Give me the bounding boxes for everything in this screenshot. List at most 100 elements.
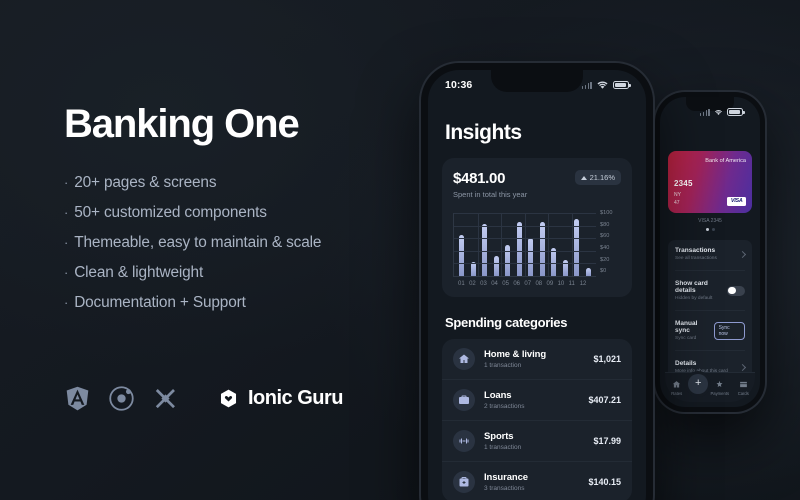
chart-bar bbox=[551, 248, 557, 276]
chart-x-axis: 01 02 03 04 05 06 07 08 09 10 11 12 bbox=[453, 281, 621, 287]
feature-bullet-label: Themeable, easy to maintain & scale bbox=[74, 233, 322, 251]
bullet-marker: · bbox=[64, 294, 69, 310]
card-option-row[interactable]: DetailsMore info about this card bbox=[675, 350, 747, 374]
summary-amount-block: $481.00 Spent in total this year bbox=[453, 170, 527, 199]
tab-label: Rates bbox=[671, 390, 683, 396]
foreground-phone-screen: 10:36 Insights $481.00 Spent in total th bbox=[428, 70, 646, 500]
card-caption: VISA 2345 bbox=[698, 218, 722, 224]
credit-card[interactable]: Bank of America 2345 NY 47 VISA bbox=[668, 151, 752, 213]
chart-gridline-v bbox=[524, 213, 526, 276]
list-item[interactable]: Loans 2 transactions $407.21 bbox=[442, 380, 632, 421]
wifi-icon bbox=[715, 109, 722, 115]
home-icon bbox=[453, 348, 475, 370]
tab-label: Cards bbox=[737, 390, 749, 396]
battery-icon bbox=[613, 81, 631, 89]
chart-bar bbox=[459, 235, 465, 276]
chart-y-axis: $100 $80 $60 $40 $20 $0 bbox=[596, 210, 621, 277]
status-badge: 21.16% bbox=[574, 170, 621, 185]
chart-y-tick: $0 bbox=[600, 268, 607, 275]
chart-x-tick: 01 bbox=[458, 281, 465, 287]
card-option-row[interactable]: Manual sync Sync card Sync now bbox=[675, 310, 745, 341]
category-text: Loans 2 transactions bbox=[484, 390, 588, 410]
list-item[interactable]: Home & living 1 transaction $1,021 bbox=[442, 339, 632, 380]
visa-logo: VISA bbox=[727, 196, 746, 206]
tab-cards[interactable]: Cards bbox=[732, 380, 755, 396]
chart-x-tick: 07 bbox=[524, 281, 532, 287]
chart-y-tick: $80 bbox=[600, 221, 610, 228]
tab-payments[interactable]: Payments bbox=[708, 380, 731, 396]
feature-bullet: · Documentation + Support bbox=[64, 294, 414, 310]
status-bar bbox=[660, 97, 760, 127]
chart-bar bbox=[505, 244, 511, 276]
chart-bar bbox=[539, 222, 545, 276]
card-option-row[interactable]: Show card details Hidden by default bbox=[675, 270, 745, 301]
ionic-guru-mark-icon bbox=[220, 389, 237, 408]
chart-gridline-v bbox=[477, 213, 479, 276]
spending-categories-list: Home & living 1 transaction $1,021 Loans 2 t… bbox=[442, 339, 632, 500]
card-option-title: Transactions bbox=[675, 247, 716, 254]
chart-bar bbox=[562, 259, 568, 276]
chart-y-tick: $60 bbox=[600, 233, 610, 240]
chart-x-tick: 09 bbox=[546, 281, 554, 287]
chart-gridline-v bbox=[548, 213, 550, 276]
chart-y-tick: $20 bbox=[600, 256, 610, 263]
status-time: 10:36 bbox=[445, 79, 473, 91]
brand-logo: Ionic Guru bbox=[218, 387, 344, 410]
card-option-text: Show card details Hidden by default bbox=[675, 280, 727, 301]
wifi-icon bbox=[597, 81, 608, 89]
card-option-title: Show card details bbox=[675, 280, 708, 294]
chart-bar bbox=[493, 255, 499, 276]
chart-bar bbox=[516, 221, 522, 276]
bullet-marker: · bbox=[64, 264, 69, 280]
feature-bullet: · Themeable, easy to maintain & scale bbox=[64, 233, 414, 251]
dumbbell-icon bbox=[453, 430, 475, 452]
chart-x-tick: 11 bbox=[568, 281, 575, 287]
toggle-switch[interactable] bbox=[727, 285, 745, 296]
feature-bullet-label: 50+ customized components bbox=[74, 203, 267, 221]
chart-x-tick: 04 bbox=[491, 281, 498, 287]
insights-title: Insights bbox=[445, 121, 522, 144]
status-bar: 10:36 bbox=[428, 70, 646, 100]
tab-label: Payments bbox=[710, 390, 730, 396]
card-option-row[interactable]: Transactions See all transactions bbox=[675, 247, 747, 261]
chart-bar bbox=[528, 238, 534, 276]
chart-bar bbox=[574, 218, 580, 276]
spending-summary-card: $481.00 Spent in total this year 21.16% … bbox=[442, 158, 632, 297]
add-fab-button[interactable]: + bbox=[688, 373, 709, 394]
chart-x-tick: 08 bbox=[535, 281, 543, 287]
feature-bullet: · 20+ pages & screens bbox=[64, 175, 414, 191]
home-icon bbox=[672, 380, 681, 387]
card-options-panel: Transactions See all transactions Show car… bbox=[668, 240, 752, 381]
chart-x-tick: 03 bbox=[480, 281, 487, 287]
chevron-right-icon bbox=[738, 250, 747, 258]
carousel-dots[interactable] bbox=[668, 228, 752, 231]
capacitor-icon bbox=[155, 389, 175, 409]
category-amount: $140.15 bbox=[588, 477, 621, 487]
list-item[interactable]: Sports 1 transaction $17.99 bbox=[442, 421, 632, 462]
chart-plot-area bbox=[453, 213, 596, 277]
logo-row: Ionic Guru bbox=[64, 385, 344, 412]
category-name: Loans bbox=[484, 390, 512, 401]
hero-panel: Banking One · 20+ pages & screens · 50+ cus… bbox=[64, 104, 414, 325]
chart-gridline-v bbox=[501, 213, 503, 276]
card-option-subtitle: Hidden by default bbox=[675, 296, 713, 301]
status-indicators bbox=[581, 80, 631, 90]
battery-icon bbox=[727, 108, 745, 116]
list-item[interactable]: Insurance 3 transactions $140.15 bbox=[442, 462, 632, 500]
card-option-subtitle: Sync card bbox=[675, 336, 697, 341]
bullet-marker: · bbox=[64, 234, 69, 250]
spending-bar-chart: $100 $80 $60 $40 $20 $0 bbox=[453, 210, 621, 277]
brand-name: Ionic Guru bbox=[248, 387, 344, 409]
spending-categories-heading: Spending categories bbox=[445, 315, 568, 330]
background-phone-content: + Bank of America 2345 NY 47 VISA VISA 2… bbox=[660, 151, 760, 381]
chart-x-tick: 12 bbox=[579, 281, 587, 287]
chart-x-tick: 05 bbox=[502, 281, 509, 287]
category-text: Sports 1 transaction bbox=[484, 431, 593, 451]
category-amount: $1,021 bbox=[593, 354, 621, 364]
sync-now-button[interactable]: Sync now bbox=[713, 321, 745, 340]
feature-list: · 20+ pages & screens · 50+ customized comp… bbox=[64, 175, 414, 310]
tab-rates[interactable]: Rates bbox=[665, 380, 688, 396]
signal-icon bbox=[699, 108, 710, 116]
page-title: Banking One bbox=[64, 102, 300, 146]
trend-percent: 21.16% bbox=[589, 173, 615, 182]
